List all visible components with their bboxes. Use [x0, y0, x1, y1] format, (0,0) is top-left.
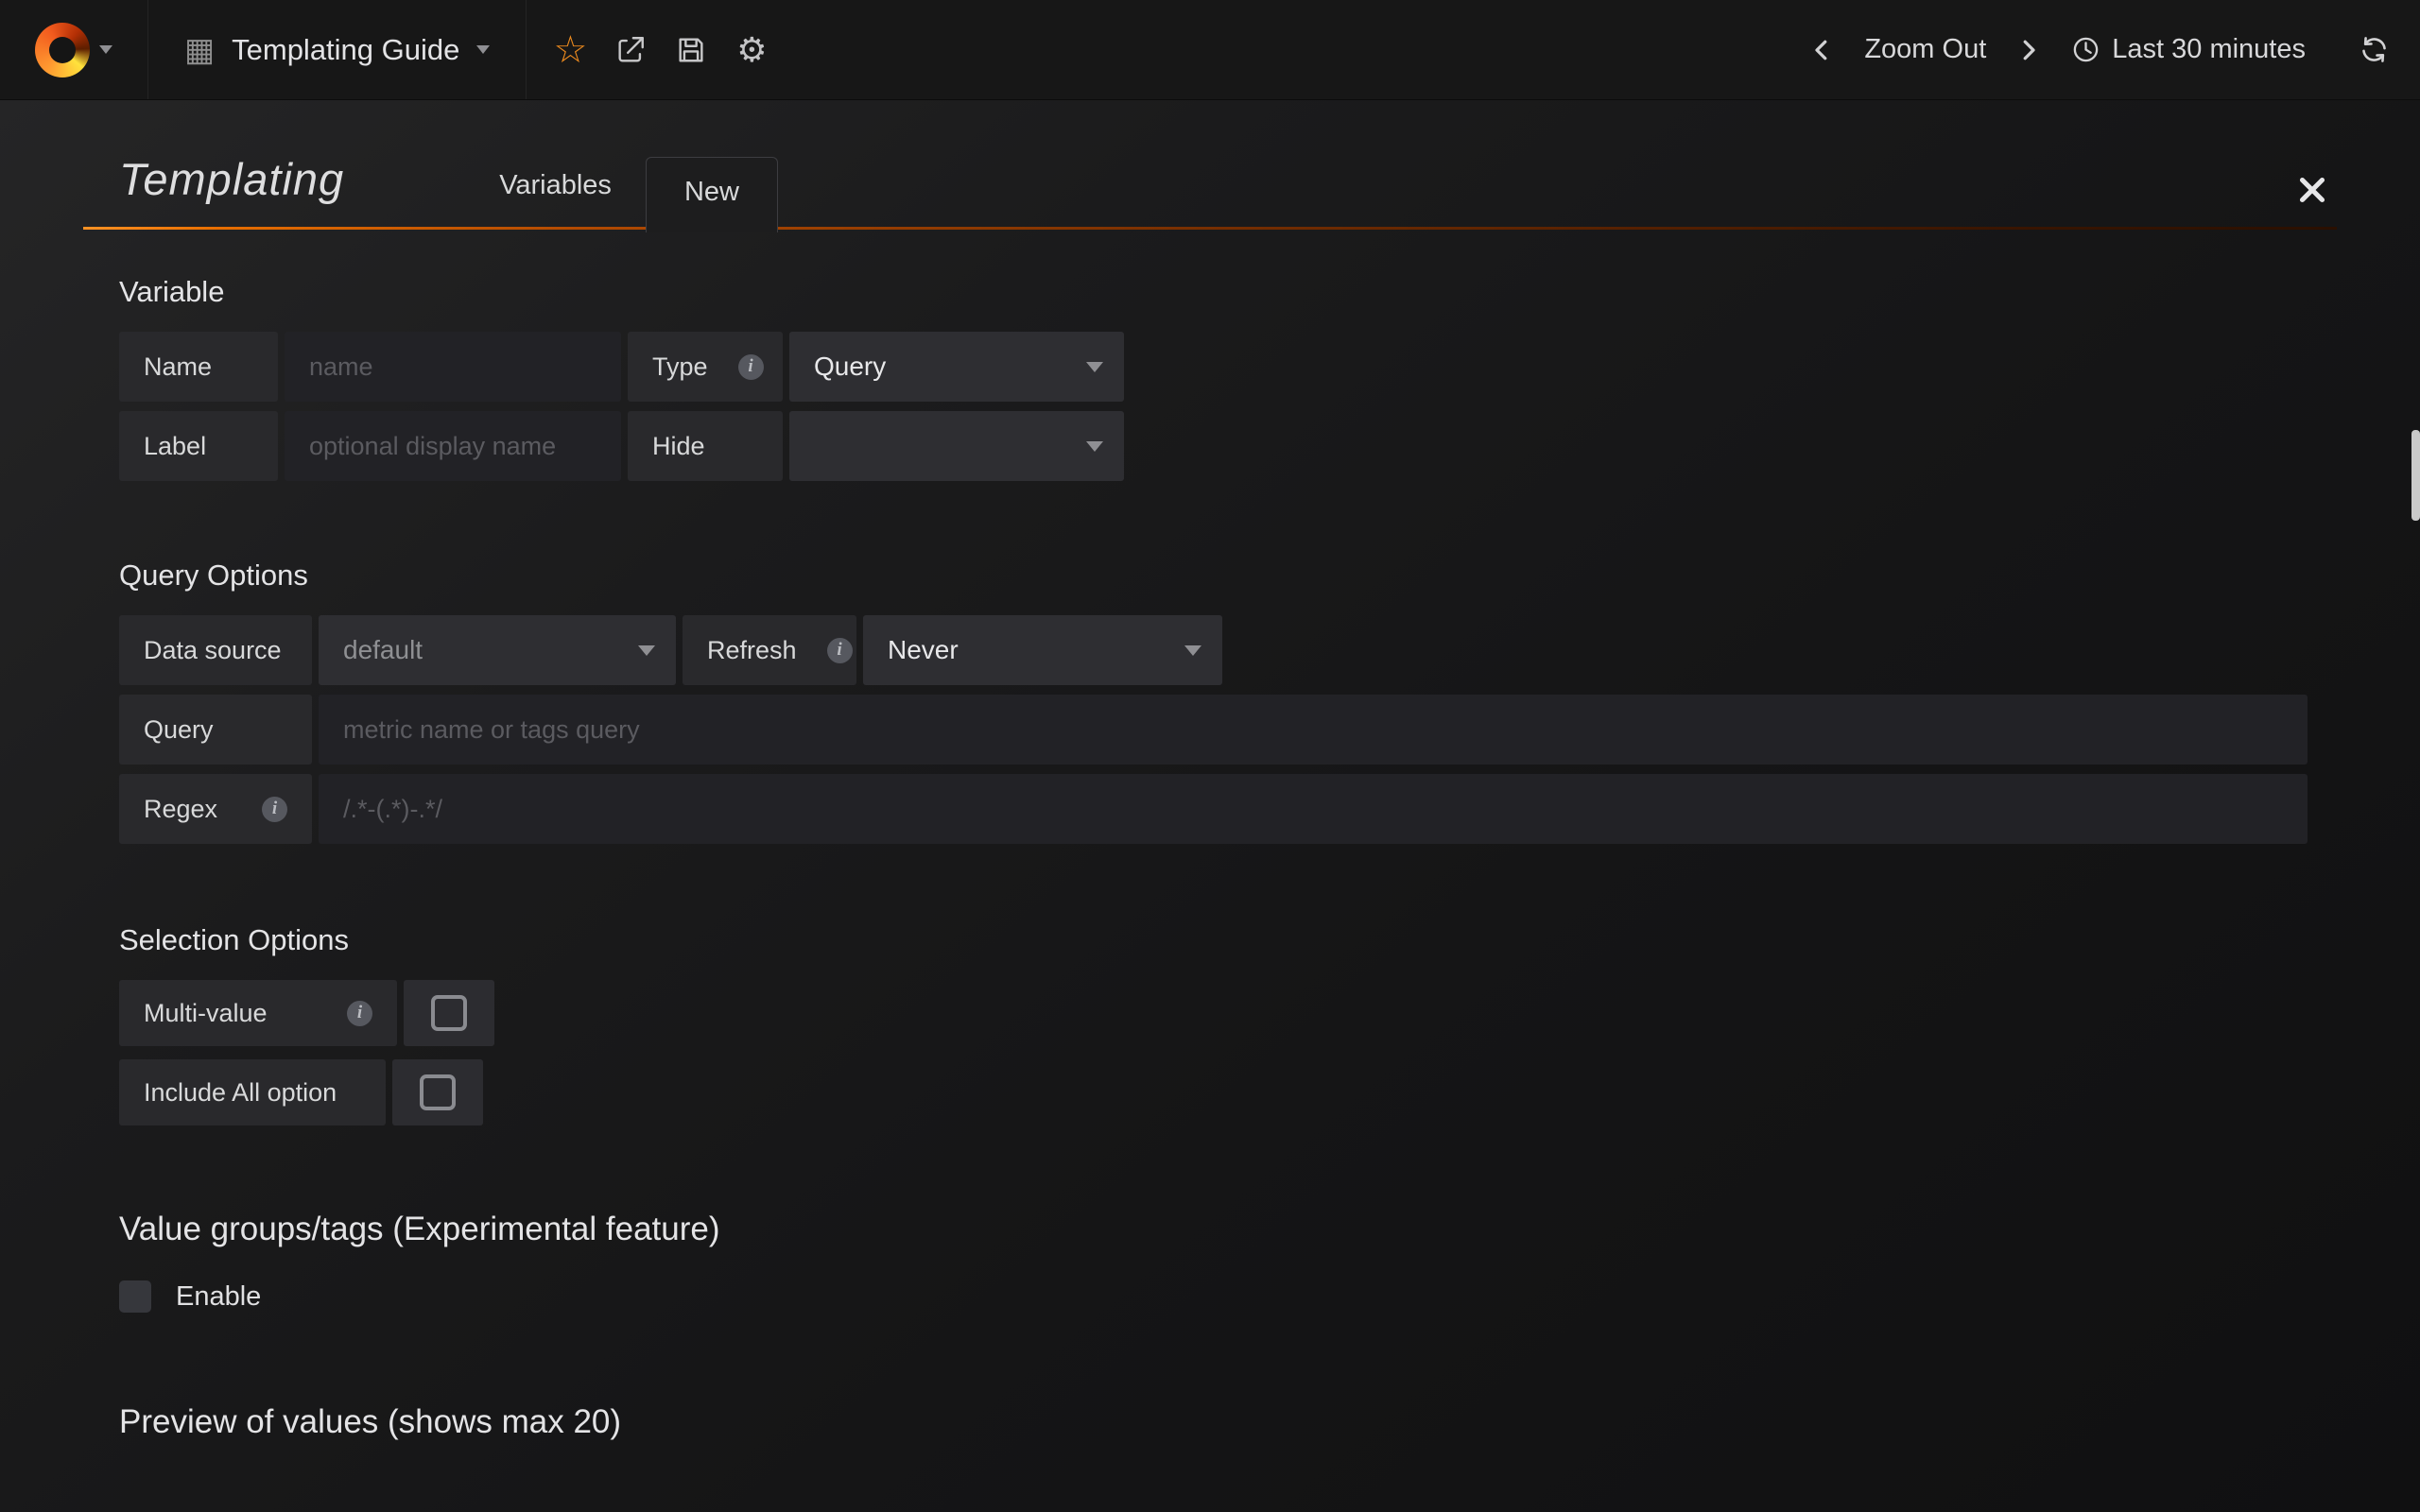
variable-heading: Variable: [119, 275, 2337, 309]
chevron-down-icon: [1086, 441, 1103, 452]
datasource-label: Data source: [119, 615, 312, 685]
chevron-right-icon: [2014, 36, 2043, 64]
type-label-text: Type: [652, 352, 708, 382]
query-input[interactable]: [319, 695, 2308, 765]
info-icon[interactable]: [738, 354, 764, 380]
chevron-down-icon: [638, 645, 655, 656]
info-icon[interactable]: [347, 1001, 372, 1026]
checkbox-icon: [431, 995, 467, 1031]
regex-label: Regex: [119, 774, 312, 844]
info-icon[interactable]: [827, 638, 853, 663]
query-label: Query: [119, 695, 312, 765]
variable-section: Variable Name Type Query Label Hide: [119, 275, 2337, 481]
value-groups-section: Value groups/tags (Experimental feature)…: [119, 1211, 2337, 1313]
dashboard-title: Templating Guide: [232, 33, 459, 67]
refresh-button[interactable]: [2349, 0, 2399, 100]
name-row: Name Type Query: [119, 332, 2337, 402]
query-options-section: Query Options Data source default Refres…: [119, 558, 2337, 844]
multi-value-row: Multi-value: [119, 980, 2337, 1046]
tab-new[interactable]: New: [646, 157, 778, 232]
dashboard-icon: [184, 34, 215, 66]
query-options-heading: Query Options: [119, 558, 2337, 593]
type-select[interactable]: Query: [789, 332, 1124, 402]
checkbox-icon: [420, 1074, 456, 1110]
dashboard-picker[interactable]: Templating Guide: [147, 0, 527, 99]
save-button[interactable]: [661, 0, 721, 100]
enable-label: Enable: [176, 1281, 261, 1313]
time-range-button[interactable]: Last 30 minutes: [2056, 0, 2321, 100]
label-label: Label: [119, 411, 278, 481]
name-label: Name: [119, 332, 278, 402]
time-forward-button[interactable]: [2005, 0, 2052, 100]
navbar-actions: [527, 0, 782, 99]
regex-row: Regex: [119, 774, 2337, 844]
star-icon: [553, 31, 587, 69]
time-controls: Zoom Out Last 30 minutes: [1798, 0, 2420, 99]
preview-section: Preview of values (shows max 20) Add: [119, 1403, 2337, 1512]
datasource-select[interactable]: default: [319, 615, 676, 685]
refresh-icon: [2359, 34, 2390, 65]
save-icon: [675, 34, 707, 66]
chevron-down-icon: [476, 45, 490, 54]
tab-variables[interactable]: Variables: [465, 170, 646, 230]
type-select-value: Query: [814, 352, 886, 382]
close-icon: [2295, 173, 2329, 207]
share-button[interactable]: [600, 0, 661, 100]
info-icon[interactable]: [262, 797, 287, 822]
include-all-label: Include All option: [119, 1059, 386, 1125]
refresh-select-value: Never: [888, 635, 959, 665]
label-row: Label Hide: [119, 411, 2337, 481]
editor-header: Templating Variables New: [83, 100, 2337, 230]
query-row: Query: [119, 695, 2337, 765]
time-back-button[interactable]: [1798, 0, 1845, 100]
multi-value-label: Multi-value: [119, 980, 397, 1046]
zoom-out-button[interactable]: Zoom Out: [1849, 0, 2001, 100]
refresh-label-text: Refresh: [707, 636, 797, 665]
chevron-down-icon: [1184, 645, 1201, 656]
preview-heading: Preview of values (shows max 20): [119, 1403, 2337, 1441]
close-button[interactable]: [2295, 173, 2329, 207]
navbar: Templating Guide: [0, 0, 2420, 100]
chevron-down-icon: [99, 45, 112, 54]
multi-value-label-text: Multi-value: [144, 999, 268, 1028]
selection-options-section: Selection Options Multi-value Include Al…: [119, 923, 2337, 1125]
grafana-menu-button[interactable]: [0, 0, 147, 99]
time-range-label: Last 30 minutes: [2112, 34, 2306, 65]
enable-row: Enable: [119, 1280, 2337, 1313]
enable-checkbox[interactable]: [119, 1280, 151, 1313]
datasource-select-value: default: [343, 635, 423, 665]
zoom-out-label: Zoom Out: [1864, 34, 1986, 65]
grafana-logo-icon: [35, 23, 90, 77]
gear-icon: [736, 33, 767, 67]
include-all-row: Include All option: [119, 1059, 2337, 1125]
datasource-row: Data source default Refresh Never: [119, 615, 2337, 685]
include-all-checkbox[interactable]: [392, 1059, 483, 1125]
star-button[interactable]: [540, 0, 600, 100]
refresh-label: Refresh: [683, 615, 856, 685]
page-title: Templating: [119, 153, 344, 205]
label-input[interactable]: [285, 411, 621, 481]
refresh-select[interactable]: Never: [863, 615, 1222, 685]
settings-button[interactable]: [721, 0, 782, 100]
chevron-down-icon: [1086, 362, 1103, 372]
hide-label: Hide: [628, 411, 783, 481]
scrollbar-thumb[interactable]: [2411, 430, 2420, 521]
regex-label-text: Regex: [144, 795, 217, 824]
multi-value-checkbox[interactable]: [404, 980, 494, 1046]
templating-page: Templating Variables New Variable Name T…: [0, 100, 2420, 1512]
type-label: Type: [628, 332, 783, 402]
value-groups-heading: Value groups/tags (Experimental feature): [119, 1211, 2337, 1248]
selection-options-heading: Selection Options: [119, 923, 2337, 957]
clock-icon: [2071, 35, 2100, 64]
hide-select[interactable]: [789, 411, 1124, 481]
share-icon: [614, 34, 647, 66]
chevron-left-icon: [1807, 36, 1836, 64]
name-input[interactable]: [285, 332, 621, 402]
regex-input[interactable]: [319, 774, 2308, 844]
